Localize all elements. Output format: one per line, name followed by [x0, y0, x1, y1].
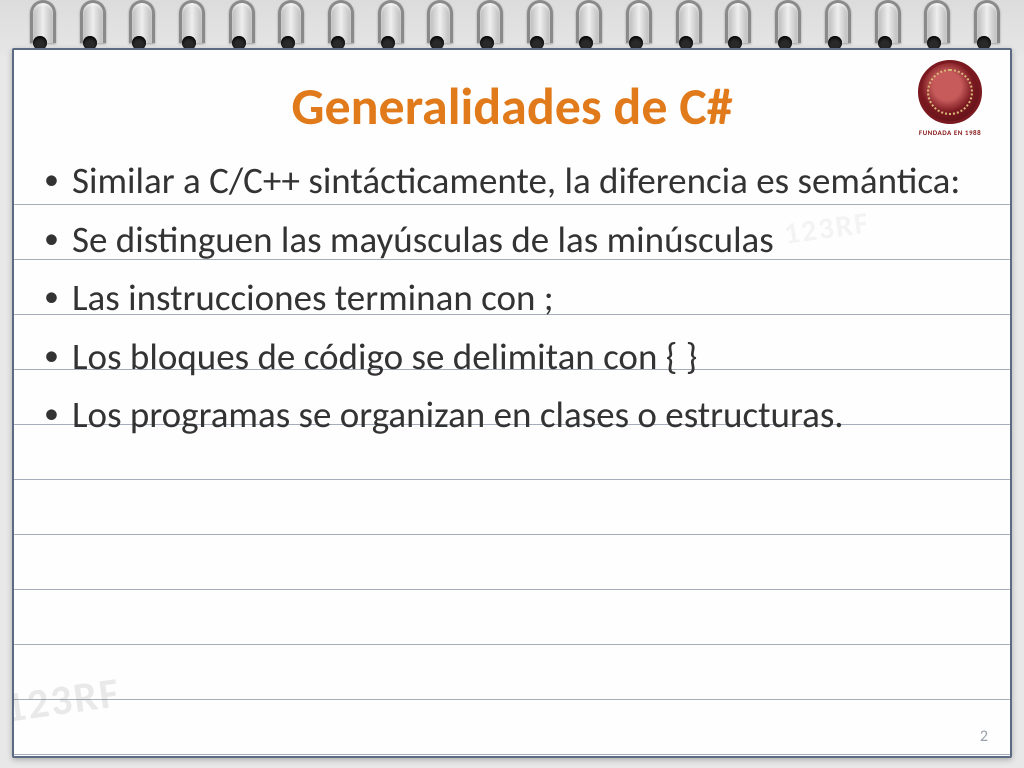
bullet-list: • Similar a C/C++ sintácticamente, la di…: [44, 160, 980, 453]
page-number: 2: [980, 727, 988, 746]
bullet-icon: •: [44, 336, 72, 379]
bullet-text: Se distinguen las mayúsculas de las minú…: [72, 219, 980, 262]
bullet-text: Las instrucciones terminan con ;: [72, 277, 980, 320]
bullet-icon: •: [44, 219, 72, 262]
bullet-text: Similar a C/C++ sintácticamente, la dife…: [72, 160, 980, 203]
bullet-text: Los programas se organizan en clases o e…: [72, 394, 980, 437]
notebook-page: 123RF 123RF FUNDADA EN 1988 Generalidade…: [12, 48, 1012, 758]
bullet-icon: •: [44, 394, 72, 437]
list-item: • Similar a C/C++ sintácticamente, la di…: [44, 160, 980, 203]
list-item: • Se distinguen las mayúsculas de las mi…: [44, 219, 980, 262]
list-item: • Los bloques de código se delimitan con…: [44, 336, 980, 379]
list-item: • Los programas se organizan en clases o…: [44, 394, 980, 437]
bullet-text: Los bloques de código se delimitan con {…: [72, 336, 980, 379]
bullet-icon: •: [44, 277, 72, 320]
list-item: • Las instrucciones terminan con ;: [44, 277, 980, 320]
bullet-icon: •: [44, 160, 72, 203]
slide-title: Generalidades de C#: [14, 74, 1010, 138]
